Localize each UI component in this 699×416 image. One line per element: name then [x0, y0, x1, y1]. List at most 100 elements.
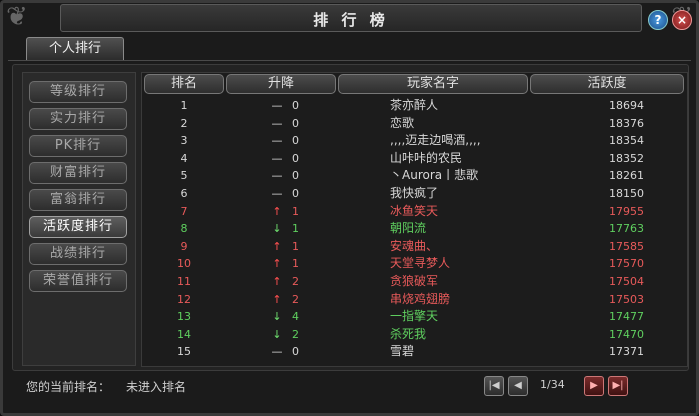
- table-row[interactable]: 13 ↓ 4 一指擎天 17477: [142, 308, 687, 325]
- player-name-cell: 雪碧: [390, 344, 415, 359]
- change-arrow-icon: —: [271, 169, 283, 183]
- change-arrow-icon: ↑: [272, 239, 282, 253]
- sidebar-item-4[interactable]: 富翁排行: [29, 189, 127, 211]
- rank-cell: 7: [180, 204, 188, 218]
- table-row[interactable]: 6 — 0 我快疯了 18150: [142, 185, 687, 202]
- current-rank-value: 未进入排名: [126, 380, 187, 394]
- change-cell: 0: [292, 151, 299, 165]
- table-row[interactable]: 4 — 0 山咔咔的农民 18352: [142, 150, 687, 167]
- table-row[interactable]: 7 ↑ 1 冰鱼笑天 17955: [142, 203, 687, 220]
- rank-cell: 12: [177, 292, 191, 306]
- sidebar-item-3[interactable]: 财富排行: [29, 162, 127, 184]
- window-title: 排 行 榜: [313, 11, 389, 29]
- table-row[interactable]: 14 ↓ 2 杀死我 17470: [142, 326, 687, 343]
- table-row[interactable]: 2 — 0 恋歌 18376: [142, 115, 687, 132]
- player-name-cell: 一指擎天: [390, 309, 439, 324]
- change-cell: 2: [292, 327, 299, 341]
- change-cell: 0: [292, 169, 299, 183]
- activity-cell: 18694: [609, 99, 644, 112]
- table-row[interactable]: 12 ↑ 2 串烧鸡翅膀 17503: [142, 291, 687, 308]
- change-cell: 0: [292, 187, 299, 200]
- activity-cell: 17955: [609, 204, 644, 218]
- change-arrow-icon: ↓: [272, 310, 282, 324]
- activity-cell: 18261: [609, 169, 644, 183]
- player-name-cell: 茶亦醉人: [390, 98, 439, 112]
- header-activity[interactable]: 活跃度: [530, 74, 684, 94]
- player-name-cell: 安魂曲、: [390, 238, 439, 253]
- corner-ornament-left: ❦: [6, 2, 28, 32]
- player-name-cell: 冰鱼笑天: [390, 203, 439, 218]
- sidebar-item-0[interactable]: 等级排行: [29, 81, 127, 103]
- rank-cell: 5: [180, 169, 188, 183]
- rank-cell: 1: [180, 99, 188, 112]
- sidebar-item-6[interactable]: 战绩排行: [29, 243, 127, 265]
- player-name-cell: 贪狼破军: [390, 274, 439, 288]
- change-cell: 0: [292, 345, 299, 359]
- activity-cell: 17503: [609, 292, 644, 306]
- change-arrow-icon: —: [271, 134, 283, 148]
- last-page-icon[interactable]: ▶|: [608, 376, 628, 396]
- table-row[interactable]: 11 ↑ 2 贪狼破军 17504: [142, 273, 687, 290]
- rank-cell: 6: [180, 187, 188, 200]
- player-name-cell: 天堂寻梦人: [390, 256, 451, 271]
- change-arrow-icon: ↑: [272, 275, 282, 288]
- table-row[interactable]: 15 — 0 雪碧 17371: [142, 343, 687, 360]
- activity-cell: 18376: [609, 116, 644, 130]
- rank-cell: 2: [180, 116, 188, 130]
- help-icon[interactable]: ?: [648, 10, 668, 30]
- activity-cell: 17477: [609, 310, 644, 324]
- table-row[interactable]: 9 ↑ 1 安魂曲、 17585: [142, 238, 687, 255]
- current-rank-label: 您的当前排名：: [26, 380, 111, 394]
- player-name-cell: 朝阳流: [390, 221, 427, 236]
- change-cell: 2: [292, 292, 299, 306]
- player-name-cell: 恋歌: [390, 115, 415, 130]
- table-row[interactable]: 10 ↑ 1 天堂寻梦人 17570: [142, 255, 687, 272]
- rank-cell: 3: [180, 134, 188, 148]
- rank-cell: 15: [177, 345, 191, 359]
- header-player-name[interactable]: 玩家名字: [338, 74, 528, 94]
- table-row[interactable]: 3 — 0 ,,,,迈走边喝酒,,,, 18354: [142, 132, 687, 149]
- player-name-cell: 串烧鸡翅膀: [390, 291, 451, 306]
- sidebar-item-2[interactable]: PK排行: [29, 135, 127, 157]
- table-row[interactable]: 8 ↓ 1 朝阳流 17763: [142, 220, 687, 237]
- change-arrow-icon: —: [271, 116, 283, 130]
- sidebar-item-7[interactable]: 荣誉值排行: [29, 270, 127, 292]
- close-icon[interactable]: ×: [672, 10, 692, 30]
- activity-cell: 17763: [609, 222, 644, 236]
- change-arrow-icon: —: [271, 345, 283, 359]
- activity-cell: 17470: [609, 327, 644, 341]
- change-cell: 0: [292, 134, 299, 148]
- ranking-category-sidebar: 等级排行实力排行 PK排行财富排行富翁排行活跃度排行战绩排行荣誉值排行: [22, 72, 136, 366]
- rank-cell: 8: [180, 222, 188, 236]
- sidebar-item-1[interactable]: 实力排行: [29, 108, 127, 130]
- change-arrow-icon: ↑: [272, 257, 282, 271]
- sidebar-item-5[interactable]: 活跃度排行: [29, 216, 127, 238]
- rank-cell: 13: [177, 310, 191, 324]
- activity-cell: 18352: [609, 151, 644, 165]
- rank-cell: 10: [177, 257, 191, 271]
- change-arrow-icon: ↓: [272, 222, 282, 236]
- change-arrow-icon: ↑: [272, 204, 282, 218]
- change-cell: 0: [292, 116, 299, 130]
- first-page-icon[interactable]: |◀: [484, 376, 504, 396]
- rank-cell: 14: [177, 327, 191, 341]
- change-arrow-icon: —: [271, 151, 283, 165]
- change-cell: 2: [292, 275, 299, 288]
- tab-strip: 个人排行: [8, 34, 691, 61]
- tab-personal-ranking[interactable]: 个人排行: [26, 37, 124, 60]
- header-change[interactable]: 升降: [226, 74, 336, 94]
- activity-cell: 17504: [609, 275, 644, 288]
- table-row[interactable]: 1 — 0 茶亦醉人 18694: [142, 97, 687, 114]
- change-cell: 0: [292, 99, 299, 112]
- activity-cell: 17585: [609, 239, 644, 253]
- change-cell: 1: [292, 257, 299, 271]
- player-name-cell: 山咔咔的农民: [390, 150, 463, 165]
- prev-page-icon[interactable]: ◀: [508, 376, 528, 396]
- rank-cell: 4: [180, 151, 188, 165]
- activity-cell: 17371: [609, 345, 644, 359]
- player-name-cell: 我快疯了: [390, 186, 439, 200]
- header-rank[interactable]: 排名: [144, 74, 224, 94]
- table-row[interactable]: 5 — 0 丶Aurora丨悲歌 18261: [142, 167, 687, 184]
- next-page-icon[interactable]: ▶: [584, 376, 604, 396]
- title-bar[interactable]: 排 行 榜: [60, 4, 642, 32]
